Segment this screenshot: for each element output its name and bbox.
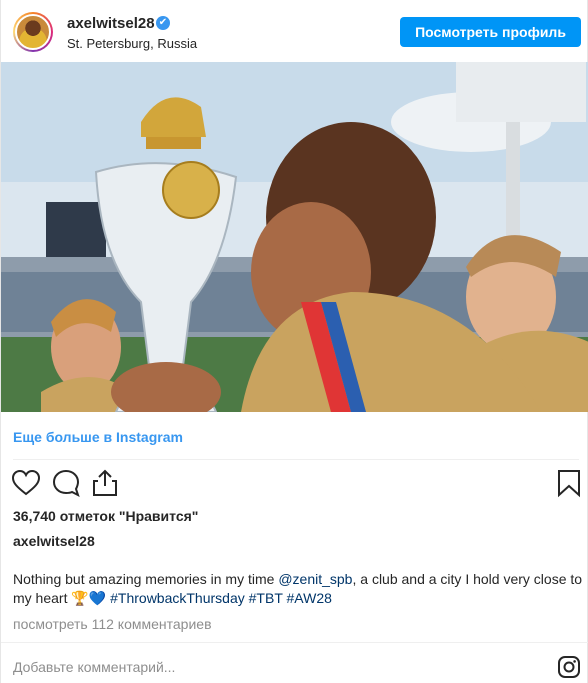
instagram-logo-icon[interactable] (557, 655, 581, 679)
hashtag-link[interactable]: #ThrowbackThursday (110, 590, 245, 606)
comment-icon[interactable] (51, 468, 81, 498)
caption-author[interactable]: axelwitsel28 (13, 533, 95, 549)
share-icon[interactable] (90, 467, 120, 497)
post-header: axelwitsel28 ✔ St. Petersburg, Russia По… (1, 0, 588, 62)
verified-badge-icon: ✔ (156, 16, 170, 30)
caption-text: Nothing but amazing memories in my time (13, 571, 279, 587)
bookmark-icon[interactable] (554, 468, 584, 498)
username[interactable]: axelwitsel28 (67, 15, 155, 32)
likes-count[interactable]: 36,740 отметок "Нравится" (13, 508, 198, 524)
view-profile-button[interactable]: Посмотреть профиль (400, 17, 581, 47)
post-photo[interactable] (1, 62, 588, 412)
more-on-instagram-link[interactable]: Еще больше в Instagram (13, 429, 183, 445)
trophy-heart-emoji: 🏆💙 (71, 590, 107, 606)
divider (13, 459, 579, 460)
add-comment-input[interactable]: Добавьте комментарий... (13, 659, 175, 675)
location[interactable]: St. Petersburg, Russia (67, 36, 197, 51)
caption: Nothing but amazing memories in my time … (13, 570, 585, 608)
avatar[interactable] (13, 12, 53, 52)
hashtag-link[interactable]: #AW28 (287, 590, 332, 606)
view-comments-link[interactable]: посмотреть 112 комментариев (13, 616, 212, 632)
hashtag-link[interactable]: #TBT (249, 590, 283, 606)
mention-link[interactable]: @zenit_spb (278, 571, 352, 587)
heart-icon[interactable] (11, 468, 41, 498)
photo-illustration (1, 62, 588, 412)
avatar-image (15, 14, 51, 50)
divider (1, 642, 588, 643)
instagram-embed-card: axelwitsel28 ✔ St. Petersburg, Russia По… (0, 0, 588, 683)
